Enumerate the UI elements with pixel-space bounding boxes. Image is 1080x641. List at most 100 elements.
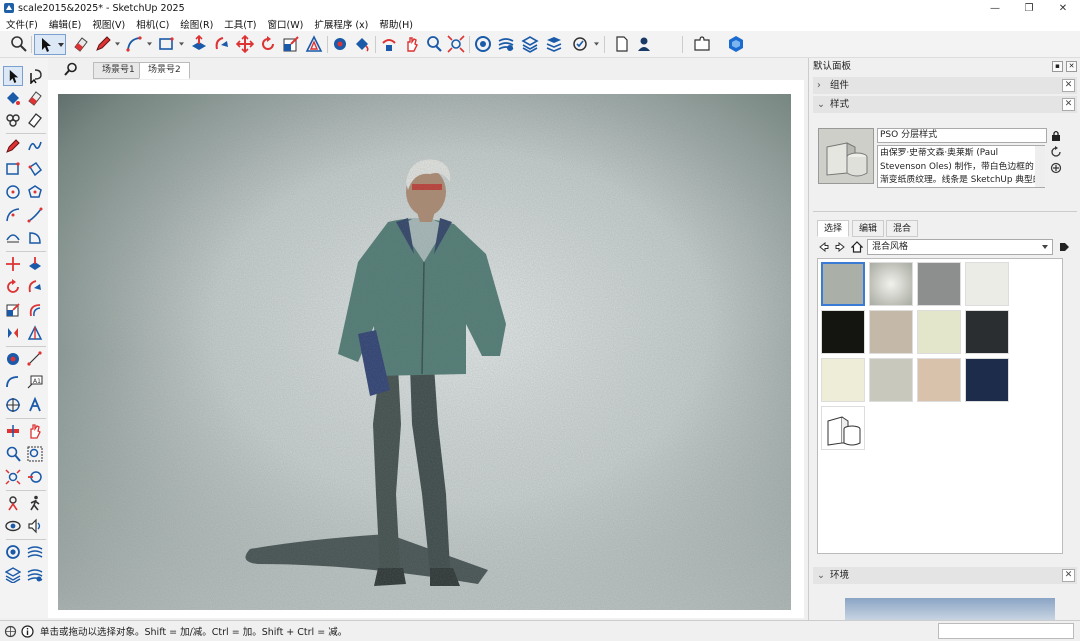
description-scrollbar[interactable] bbox=[1035, 146, 1045, 187]
style-thumbnail[interactable] bbox=[965, 310, 1009, 354]
zoom-window-icon[interactable] bbox=[27, 446, 43, 462]
menu-extensions[interactable]: 扩展程序 (x) bbox=[314, 17, 368, 31]
lock-icon[interactable] bbox=[1050, 130, 1062, 142]
chevron-down-icon[interactable] bbox=[115, 42, 120, 46]
style-thumbnail[interactable] bbox=[821, 358, 865, 402]
follow-me-icon[interactable] bbox=[27, 279, 43, 295]
scale-icon[interactable] bbox=[282, 35, 300, 53]
paint-bucket-icon[interactable] bbox=[353, 35, 371, 53]
3d-warehouse-icon[interactable] bbox=[474, 35, 492, 53]
rotate-icon[interactable] bbox=[259, 35, 277, 53]
move-icon[interactable] bbox=[236, 35, 254, 53]
polygon-tool-icon[interactable] bbox=[27, 184, 43, 200]
style-thumbnail[interactable] bbox=[917, 358, 961, 402]
tag-tool-icon[interactable] bbox=[5, 112, 21, 128]
layers-icon[interactable] bbox=[5, 567, 21, 583]
style-thumbnail[interactable] bbox=[965, 358, 1009, 402]
style-thumbnail[interactable] bbox=[821, 406, 865, 450]
tag-eraser-icon[interactable] bbox=[27, 112, 43, 128]
axes-icon[interactable] bbox=[5, 397, 21, 413]
flip-icon[interactable] bbox=[5, 325, 21, 341]
back-arrow-icon[interactable] bbox=[819, 242, 829, 252]
arc-tool-icon[interactable] bbox=[5, 207, 21, 223]
account-icon[interactable] bbox=[636, 35, 654, 53]
search-icon[interactable] bbox=[10, 35, 28, 53]
menu-file[interactable]: 文件(F) bbox=[6, 17, 38, 31]
menu-camera[interactable]: 相机(C) bbox=[136, 17, 169, 31]
environment-preview-image[interactable] bbox=[845, 598, 1055, 620]
freehand-icon[interactable] bbox=[27, 138, 43, 154]
scale-icon[interactable] bbox=[5, 302, 21, 318]
library-dropdown[interactable]: 混合风格 bbox=[867, 239, 1053, 255]
style-description-field[interactable]: 由保罗·史蒂文森·奥莱斯 (Paul Stevenson Oles) 制作，带白… bbox=[877, 145, 1045, 188]
style-thumbnail[interactable] bbox=[917, 262, 961, 306]
menu-tools[interactable]: 工具(T) bbox=[224, 17, 256, 31]
pencil-icon[interactable] bbox=[94, 35, 112, 53]
styles-section-header[interactable]: ⌄ 样式 ✕ bbox=[813, 96, 1077, 113]
measurements-box[interactable] bbox=[938, 623, 1074, 639]
close-icon[interactable]: ✕ bbox=[1066, 61, 1077, 72]
close-icon[interactable]: ✕ bbox=[1062, 569, 1075, 582]
environment-section-header[interactable]: ⌄ 环境 ✕ bbox=[813, 567, 1077, 584]
offset-icon[interactable] bbox=[27, 302, 43, 318]
trimble-connect-icon[interactable] bbox=[727, 35, 745, 53]
extension-warehouse-icon[interactable] bbox=[27, 544, 43, 560]
close-icon[interactable]: ✕ bbox=[1062, 98, 1075, 111]
menu-view[interactable]: 视图(V) bbox=[92, 17, 125, 31]
pie-tool-icon[interactable] bbox=[27, 230, 43, 246]
arc-tool-icon[interactable] bbox=[125, 35, 143, 53]
close-icon[interactable]: ✕ bbox=[1062, 79, 1075, 92]
select-tool-button[interactable] bbox=[34, 34, 66, 55]
walk-icon[interactable] bbox=[27, 495, 43, 511]
orbit-icon[interactable] bbox=[380, 35, 398, 53]
style-thumbnail[interactable] bbox=[869, 358, 913, 402]
3d-text-icon[interactable] bbox=[27, 397, 43, 413]
zoom-icon[interactable] bbox=[425, 35, 443, 53]
geo-location-icon[interactable] bbox=[4, 625, 17, 638]
chevron-down-icon[interactable] bbox=[179, 42, 184, 46]
details-arrow-icon[interactable] bbox=[1058, 241, 1070, 253]
previous-view-icon[interactable] bbox=[27, 469, 43, 485]
tape-measure-icon[interactable] bbox=[5, 351, 21, 367]
two-point-arc-icon[interactable] bbox=[27, 207, 43, 223]
tab-edit[interactable]: 编辑 bbox=[852, 220, 885, 237]
model-viewport[interactable] bbox=[48, 80, 804, 618]
menu-draw[interactable]: 绘图(R) bbox=[180, 17, 213, 31]
new-document-icon[interactable] bbox=[613, 35, 631, 53]
push-pull-icon[interactable] bbox=[27, 256, 43, 272]
eraser-icon[interactable] bbox=[27, 90, 43, 106]
paint-bucket-icon[interactable] bbox=[5, 90, 21, 106]
dimension-icon[interactable] bbox=[27, 351, 43, 367]
chevron-down-icon[interactable] bbox=[594, 42, 599, 46]
style-name-field[interactable]: PSO 分层样式 bbox=[877, 128, 1047, 143]
pin-icon[interactable]: ▪ bbox=[1052, 61, 1063, 72]
style-thumbnail-pso[interactable] bbox=[821, 262, 865, 306]
offset-icon[interactable] bbox=[305, 35, 323, 53]
three-point-arc-icon[interactable] bbox=[5, 230, 21, 246]
tab-scene-2[interactable]: 场景号2 bbox=[139, 62, 190, 79]
maximize-button[interactable]: ❐ bbox=[1012, 0, 1046, 16]
text-tool-icon[interactable]: A1 bbox=[27, 374, 43, 390]
search-icon[interactable] bbox=[64, 62, 78, 76]
tape-measure-icon[interactable] bbox=[331, 35, 349, 53]
menu-help[interactable]: 帮助(H) bbox=[379, 17, 413, 31]
pan-hand-icon[interactable] bbox=[27, 423, 43, 439]
style-thumbnail[interactable] bbox=[821, 310, 865, 354]
rectangle-tool-icon[interactable] bbox=[157, 35, 175, 53]
chevron-down-icon[interactable] bbox=[147, 42, 152, 46]
style-thumbnail[interactable] bbox=[869, 310, 913, 354]
sound-icon[interactable] bbox=[27, 518, 43, 534]
layers-icon[interactable] bbox=[521, 35, 539, 53]
follow-me-icon[interactable] bbox=[213, 35, 231, 53]
3d-warehouse-icon[interactable] bbox=[5, 544, 21, 560]
geo-location-icon[interactable] bbox=[572, 35, 590, 53]
tab-select[interactable]: 选择 bbox=[817, 220, 850, 237]
section-plane-icon[interactable] bbox=[5, 423, 21, 439]
pencil-icon[interactable] bbox=[5, 138, 21, 154]
style-thumbnail[interactable] bbox=[869, 262, 913, 306]
extension-puzzle-icon[interactable] bbox=[693, 35, 711, 53]
tab-mix[interactable]: 混合 bbox=[886, 220, 919, 237]
rectangle-tool-icon[interactable] bbox=[5, 161, 21, 177]
rotated-rectangle-icon[interactable] bbox=[27, 161, 43, 177]
minimize-button[interactable]: — bbox=[978, 0, 1012, 16]
